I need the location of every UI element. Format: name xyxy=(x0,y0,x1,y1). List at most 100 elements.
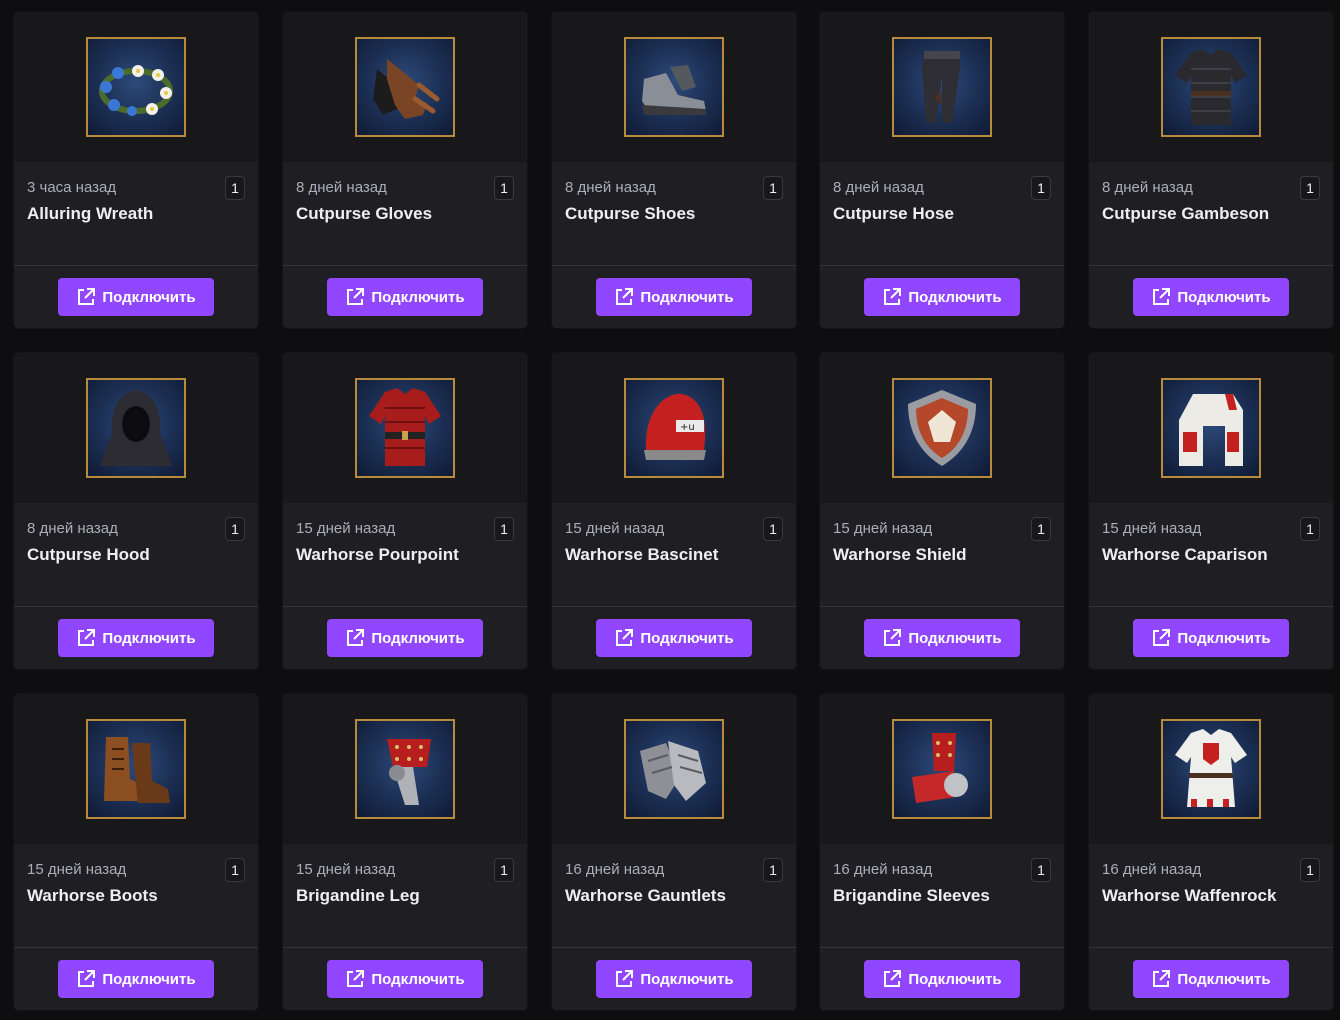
connect-button[interactable]: Подключить xyxy=(58,960,214,998)
drop-time: 8 дней назад xyxy=(833,179,924,196)
drop-card: 15 дней назад Warhorse Pourpoint 1 Подкл… xyxy=(283,353,527,669)
drop-count-badge: 1 xyxy=(1300,858,1320,882)
drop-count-badge: 1 xyxy=(1031,517,1051,541)
card-divider xyxy=(14,265,258,266)
card-image-area xyxy=(1089,694,1333,844)
connect-button[interactable]: Подключить xyxy=(864,960,1020,998)
connect-button-label: Подключить xyxy=(371,288,465,306)
connect-button-label: Подключить xyxy=(102,629,196,647)
connect-button[interactable]: Подключить xyxy=(58,278,214,316)
connect-button-label: Подключить xyxy=(371,629,465,647)
card-image-area xyxy=(14,694,258,844)
drop-name: Brigandine Sleeves xyxy=(833,886,990,905)
drop-count-badge: 1 xyxy=(763,858,783,882)
connect-button-label: Подключить xyxy=(1177,970,1271,988)
drop-count-badge: 1 xyxy=(1300,517,1320,541)
connect-button-label: Подключить xyxy=(1177,629,1271,647)
drop-time: 8 дней назад xyxy=(565,179,656,196)
drop-count-badge: 1 xyxy=(225,517,245,541)
card-image-area xyxy=(14,12,258,162)
drop-time: 8 дней назад xyxy=(1102,179,1193,196)
card-image-area xyxy=(820,12,1064,162)
bascinet-helmet-icon: +u xyxy=(624,378,724,478)
drop-time: 15 дней назад xyxy=(565,520,665,537)
card-image-area xyxy=(283,12,527,162)
external-link-icon xyxy=(1153,970,1171,987)
connect-button[interactable]: Подключить xyxy=(1133,960,1289,998)
card-image-area xyxy=(552,694,796,844)
drop-name: Warhorse Bascinet xyxy=(565,545,719,564)
drop-count-badge: 1 xyxy=(1031,858,1051,882)
drop-card: 15 дней назад Warhorse Caparison 1 Подкл… xyxy=(1089,353,1333,669)
drop-name: Warhorse Pourpoint xyxy=(296,545,459,564)
connect-button-label: Подключить xyxy=(640,288,734,306)
external-link-icon xyxy=(884,288,902,305)
connect-button[interactable]: Подключить xyxy=(58,619,214,657)
connect-button[interactable]: Подключить xyxy=(864,619,1020,657)
connect-button[interactable]: Подключить xyxy=(327,619,483,657)
drop-count-badge: 1 xyxy=(225,176,245,200)
card-image-area xyxy=(14,353,258,503)
hood-icon xyxy=(86,378,186,478)
boots-icon xyxy=(86,719,186,819)
connect-button[interactable]: Подключить xyxy=(327,960,483,998)
drop-card: 8 дней назад Cutpurse Gambeson 1 Подключ… xyxy=(1089,12,1333,328)
drop-time: 15 дней назад xyxy=(1102,520,1202,537)
card-image-area xyxy=(1089,12,1333,162)
card-divider xyxy=(283,265,527,266)
drop-name: Cutpurse Gambeson xyxy=(1102,204,1270,223)
drops-grid: 3 часа назад Alluring Wreath 1 Подключит… xyxy=(0,0,1340,1020)
drop-card: 16 дней назад Warhorse Waffenrock 1 Подк… xyxy=(1089,694,1333,1010)
flower-wreath-icon xyxy=(86,37,186,137)
card-image-area xyxy=(820,694,1064,844)
hose-icon xyxy=(892,37,992,137)
card-divider xyxy=(552,606,796,607)
external-link-icon xyxy=(1153,629,1171,646)
sleeves-armor-icon xyxy=(892,719,992,819)
drop-name: Cutpurse Shoes xyxy=(565,204,696,223)
drop-card: 8 дней назад Cutpurse Shoes 1 Подключить xyxy=(552,12,796,328)
drop-card: 16 дней назад Warhorse Gauntlets 1 Подкл… xyxy=(552,694,796,1010)
drop-count-badge: 1 xyxy=(494,517,514,541)
external-link-icon xyxy=(78,970,96,987)
drop-card: 3 часа назад Alluring Wreath 1 Подключит… xyxy=(14,12,258,328)
drop-card: 15 дней назад Warhorse Shield 1 Подключи… xyxy=(820,353,1064,669)
connect-button-label: Подключить xyxy=(908,288,1002,306)
connect-button-label: Подключить xyxy=(640,970,734,988)
drop-name: Warhorse Caparison xyxy=(1102,545,1268,564)
leather-gloves-icon xyxy=(355,37,455,137)
drop-time: 15 дней назад xyxy=(27,861,127,878)
card-image-area xyxy=(283,694,527,844)
connect-button[interactable]: Подключить xyxy=(596,960,752,998)
connect-button[interactable]: Подключить xyxy=(596,619,752,657)
connect-button-label: Подключить xyxy=(1177,288,1271,306)
external-link-icon xyxy=(616,629,634,646)
drop-time: 15 дней назад xyxy=(296,861,396,878)
drop-count-badge: 1 xyxy=(225,858,245,882)
drop-time: 8 дней назад xyxy=(27,520,118,537)
caparison-icon xyxy=(1161,378,1261,478)
drop-time: 16 дней назад xyxy=(833,861,933,878)
external-link-icon xyxy=(347,970,365,987)
external-link-icon xyxy=(78,629,96,646)
drop-name: Warhorse Waffenrock xyxy=(1102,886,1277,905)
card-image-area xyxy=(552,12,796,162)
card-divider xyxy=(820,265,1064,266)
external-link-icon xyxy=(1153,288,1171,305)
drop-name: Cutpurse Hood xyxy=(27,545,150,564)
card-image-area xyxy=(283,353,527,503)
drop-count-badge: 1 xyxy=(494,858,514,882)
connect-button[interactable]: Подключить xyxy=(1133,619,1289,657)
connect-button[interactable]: Подключить xyxy=(327,278,483,316)
connect-button[interactable]: Подключить xyxy=(596,278,752,316)
drop-name: Warhorse Gauntlets xyxy=(565,886,726,905)
connect-button[interactable]: Подключить xyxy=(864,278,1020,316)
connect-button[interactable]: Подключить xyxy=(1133,278,1289,316)
card-divider xyxy=(552,265,796,266)
card-image-area xyxy=(1089,353,1333,503)
drop-name: Warhorse Shield xyxy=(833,545,967,564)
drop-time: 8 дней назад xyxy=(296,179,387,196)
card-divider xyxy=(283,947,527,948)
gauntlets-icon xyxy=(624,719,724,819)
card-divider xyxy=(820,606,1064,607)
